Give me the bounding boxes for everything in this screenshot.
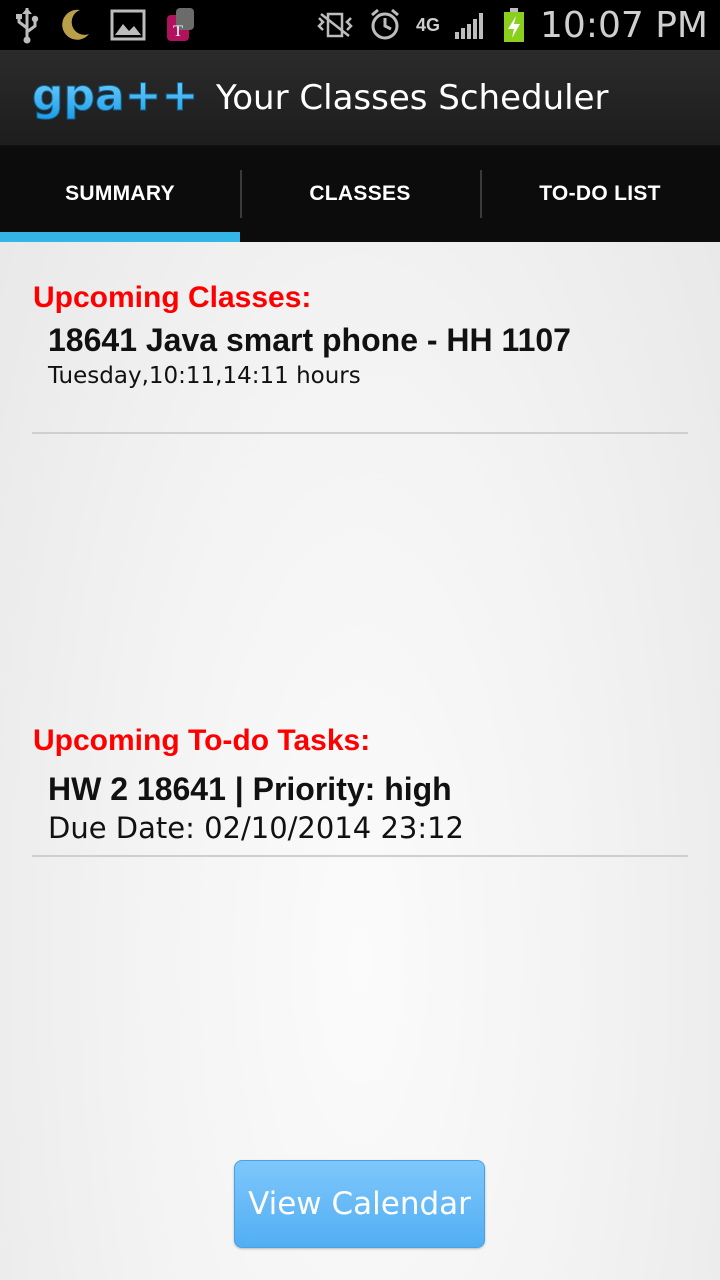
usb-icon (14, 0, 40, 50)
tab-summary[interactable]: SUMMARY (0, 146, 240, 242)
image-icon (110, 0, 146, 50)
network-4g-icon: 4G (416, 15, 441, 35)
app-logo: gpa++ (32, 68, 202, 128)
action-bar: gpa++ Your Classes Scheduler (0, 50, 720, 146)
task-item-title[interactable]: HW 2 18641 | Priority: high (48, 771, 452, 808)
view-calendar-button[interactable]: View Calendar (234, 1160, 485, 1248)
tab-bar: SUMMARY CLASSES TO-DO LIST (0, 146, 720, 242)
class-item-schedule: Tuesday,10:11,14:11 hours (48, 363, 361, 389)
class-item-title[interactable]: 18641 Java smart phone - HH 1107 (48, 322, 571, 359)
svg-text:T: T (173, 23, 183, 40)
status-time: 10:07 PM (540, 4, 708, 46)
alarm-icon (368, 0, 402, 50)
upcoming-classes-heading: Upcoming Classes: (33, 281, 312, 314)
vibrate-icon (316, 0, 354, 50)
app-title: Your Classes Scheduler (216, 77, 609, 118)
svg-text:gpa++: gpa++ (32, 70, 198, 121)
tab-todo-list[interactable]: TO-DO LIST (480, 146, 720, 242)
task-item-due-date: Due Date: 02/10/2014 23:12 (48, 811, 465, 845)
classes-divider (32, 432, 688, 434)
battery-charging-icon (502, 0, 526, 50)
tmobile-icon: T (164, 0, 198, 50)
upcoming-tasks-heading: Upcoming To-do Tasks: (33, 724, 371, 757)
signal-icon (454, 0, 488, 50)
tasks-divider (32, 855, 688, 857)
tab-classes[interactable]: CLASSES (240, 146, 480, 242)
moon-icon (58, 0, 92, 50)
status-bar: T 4G 10:07 PM (0, 0, 720, 50)
